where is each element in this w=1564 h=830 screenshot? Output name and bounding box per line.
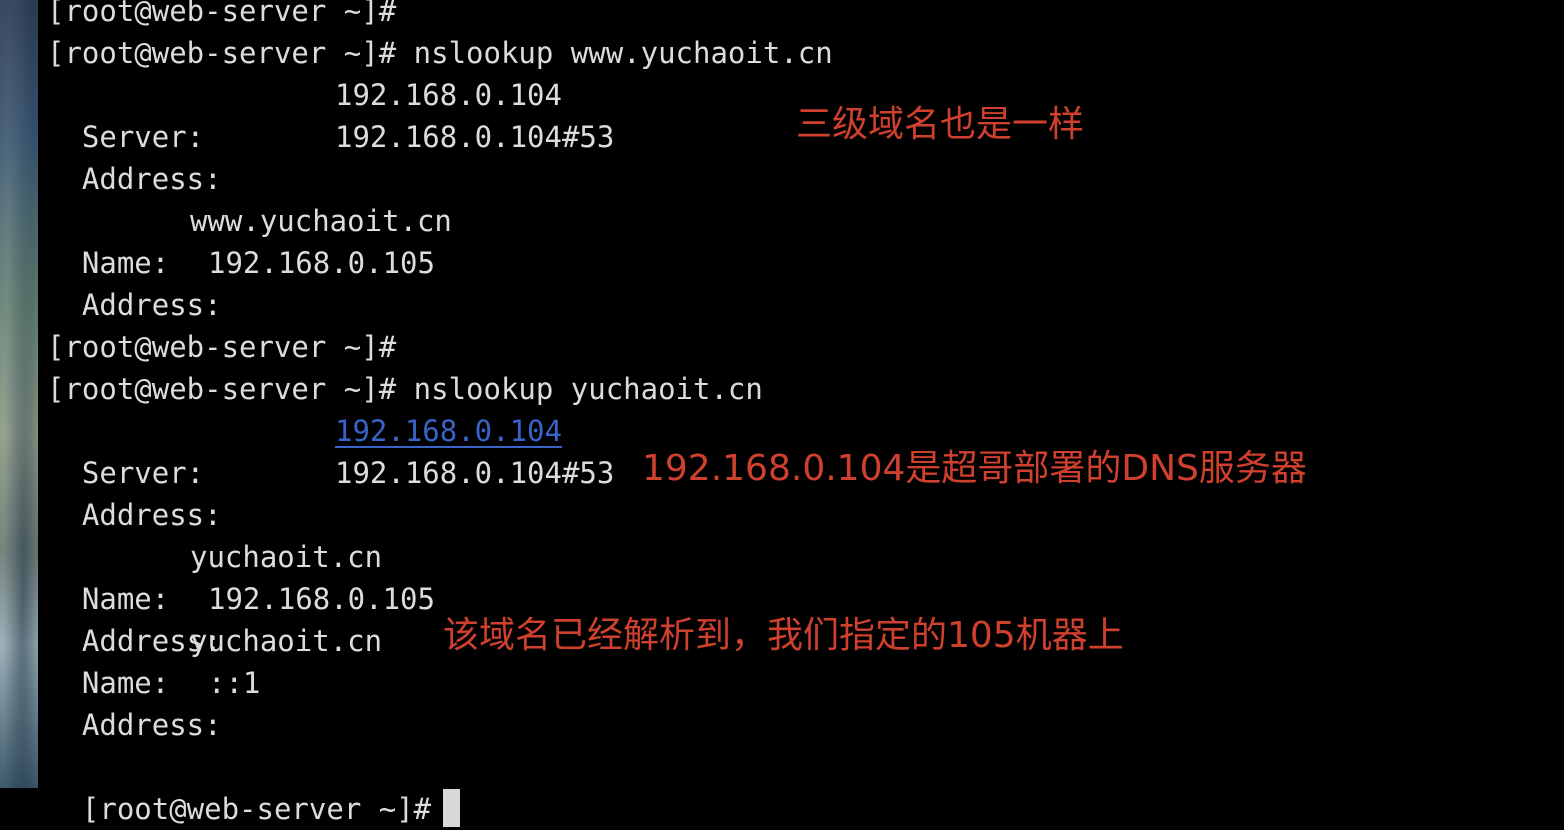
answer-label: Address: [81,288,222,322]
final-prompt-line[interactable]: [root@web-server ~]# [47,746,461,827]
answer-line: Address: 192.168.0.105 [47,242,847,322]
server-line: Server: 192.168.0.104 [47,74,847,154]
prompt-line: [root@web-server ~]# [47,330,397,364]
answer-label: Address: [81,708,222,742]
server-value: 192.168.0.104 [335,78,562,112]
address-label: Address: [81,162,222,196]
final-prompt: [root@web-server ~]# [81,792,432,826]
prompt-line: [root@web-server ~]# [47,0,397,28]
name-line: Name: yuchaoit.cn [47,620,427,700]
server-line: Server: 192.168.0.104 [47,410,847,490]
cursor-block [443,789,461,827]
address-value: 192.168.0.104#53 [335,120,615,154]
answer-value: ::1 [208,666,261,700]
server-link[interactable]: 192.168.0.104 [335,410,562,452]
desktop-wallpaper [0,0,38,788]
name-value: www.yuchaoit.cn [190,204,452,238]
address-label: Address: [81,498,222,532]
answer-value: 192.168.0.105 [208,582,435,616]
name-value: yuchaoit.cn [190,540,383,574]
annotation-note: 该域名已经解析到，我们指定的105机器上 [443,615,1124,656]
address-line: Address: 192.168.0.104#53 [47,116,847,196]
address-value: 192.168.0.104#53 [335,456,615,490]
answer-value: 192.168.0.105 [208,246,435,280]
name-line: Name: www.yuchaoit.cn [47,200,847,280]
annotation-note: 192.168.0.104是超哥部署的DNS服务器 [642,448,1307,489]
command-line: [root@web-server ~]# nslookup yuchaoit.c… [47,372,763,406]
command-line: [root@web-server ~]# nslookup www.yuchao… [47,36,833,70]
name-line: Name: yuchaoit.cn [47,536,847,616]
annotation-note: 三级域名也是一样 [796,104,1085,145]
answer-line: Address: ::1 [47,662,847,742]
name-value: yuchaoit.cn [190,624,383,658]
